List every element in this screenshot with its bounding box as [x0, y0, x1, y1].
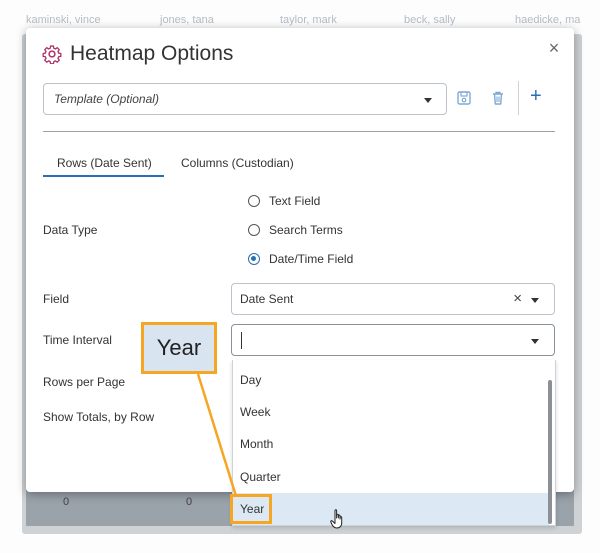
cell-value: 0: [186, 496, 193, 508]
trash-icon[interactable]: [489, 89, 507, 107]
dialog-header: Heatmap Options: [42, 42, 233, 66]
chevron-down-icon: [424, 98, 432, 103]
column-header: kaminski, vince: [26, 14, 101, 26]
radio-button[interactable]: [248, 195, 260, 207]
field-select[interactable]: Date Sent ×: [231, 283, 555, 315]
active-tab-indicator: [43, 175, 164, 177]
field-label: Field: [43, 292, 70, 306]
text-cursor: [241, 332, 242, 349]
tab-rows[interactable]: Rows (Date Sent): [57, 156, 152, 170]
background-column-headers: kaminski, vince jones, tana taylor, mark…: [0, 0, 600, 30]
chevron-down-icon: [531, 339, 539, 344]
gear-icon: [42, 45, 62, 64]
radio-search-terms[interactable]: Search Terms: [248, 223, 343, 237]
callout-label: Year: [141, 322, 217, 374]
data-type-label: Data Type: [43, 223, 98, 237]
add-button[interactable]: +: [530, 86, 542, 106]
column-header: haedicke, ma: [515, 14, 581, 26]
option-day[interactable]: Day: [233, 364, 549, 396]
show-totals-label: Show Totals, by Row: [43, 410, 155, 424]
scrollbar[interactable]: [548, 380, 552, 524]
hand-cursor-icon: [330, 509, 343, 529]
column-header: beck, sally: [404, 14, 456, 26]
time-interval-select[interactable]: [231, 324, 555, 356]
column-header: taylor, mark: [280, 14, 337, 26]
save-icon[interactable]: [455, 89, 473, 107]
chevron-down-icon: [531, 298, 539, 303]
close-button[interactable]: ×: [544, 38, 564, 58]
time-interval-dropdown: Day Week Month Quarter Year: [232, 360, 556, 526]
radio-label: Search Terms: [269, 223, 343, 237]
clear-icon[interactable]: ×: [513, 290, 522, 307]
radio-button[interactable]: [248, 224, 260, 236]
tab-columns[interactable]: Columns (Custodian): [181, 156, 294, 170]
divider: [43, 131, 555, 132]
radio-label: Date/Time Field: [269, 252, 354, 266]
cell-value: 0: [63, 496, 70, 508]
rows-per-page-label: Rows per Page: [43, 375, 126, 389]
dialog-title: Heatmap Options: [70, 42, 234, 65]
option-month[interactable]: Month: [233, 428, 549, 460]
option-year[interactable]: Year: [233, 493, 549, 525]
field-value: Date Sent: [240, 292, 294, 306]
highlight-box: [230, 494, 272, 524]
column-header: jones, tana: [160, 14, 214, 26]
radio-date-time-field[interactable]: Date/Time Field: [248, 252, 353, 266]
radio-text-field[interactable]: Text Field: [248, 194, 320, 208]
radio-button-checked[interactable]: [248, 253, 260, 265]
option-quarter[interactable]: Quarter: [233, 461, 549, 493]
option-week[interactable]: Week: [233, 396, 549, 428]
radio-label: Text Field: [269, 194, 321, 208]
template-select[interactable]: Template (Optional): [43, 83, 447, 115]
template-placeholder: Template (Optional): [54, 92, 159, 106]
time-interval-label: Time Interval: [43, 333, 112, 347]
toolbar-divider: [518, 81, 519, 115]
